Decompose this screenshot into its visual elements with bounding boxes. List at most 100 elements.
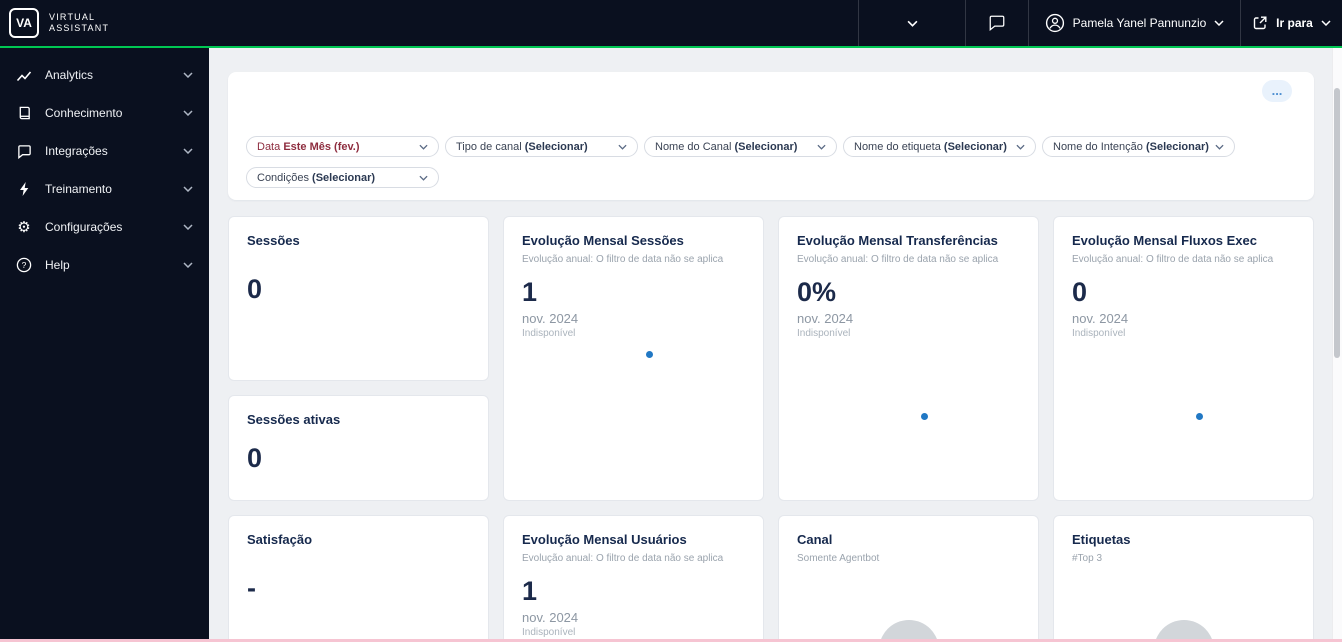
sidebar-item-conhecimento[interactable]: Conhecimento	[0, 94, 209, 132]
sidebar-item-treinamento[interactable]: Treinamento	[0, 170, 209, 208]
sidebar-item-configuracoes[interactable]: ⚙ Configurações	[0, 208, 209, 246]
user-menu[interactable]: Pamela Yanel Pannunzio	[1028, 0, 1240, 46]
user-name: Pamela Yanel Pannunzio	[1072, 16, 1207, 30]
sidebar-item-integracoes[interactable]: Integrações	[0, 132, 209, 170]
filter-label: Data	[257, 140, 281, 153]
card-title: Sessões ativas	[247, 412, 341, 427]
card-value: 0	[247, 443, 263, 473]
grid-column-3: Evolução Mensal Transferências Evolução …	[778, 216, 1039, 642]
sidebar-item-label: Integrações	[45, 144, 108, 158]
sidebar-item-help[interactable]: ? Help	[0, 246, 209, 284]
logo-text: VA	[16, 16, 32, 30]
card-value: 0	[247, 274, 263, 304]
grid-column-2: Evolução Mensal Sessões Evolução anual: …	[503, 216, 764, 642]
main-content: ... Data Este Mês (fev.) Tipo de canal (…	[209, 48, 1342, 642]
card-period: nov. 2024	[522, 610, 579, 625]
filter-label: Nome do Canal	[655, 140, 732, 153]
filter-condicoes[interactable]: Condições (Selecionar)	[246, 167, 439, 188]
filter-value: Este Mês (fev.)	[283, 140, 360, 153]
sidebar-item-label: Treinamento	[45, 182, 112, 196]
card-value: -	[247, 573, 256, 603]
chart-point	[921, 413, 928, 420]
header-dropdown-button[interactable]	[858, 0, 965, 46]
filter-value: (Selecionar)	[524, 140, 588, 153]
svg-text:?: ?	[22, 260, 27, 270]
chevron-down-icon	[817, 144, 826, 150]
analytics-icon	[15, 67, 33, 83]
filter-data[interactable]: Data Este Mês (fev.)	[246, 136, 439, 157]
card-value: 0	[1072, 277, 1088, 307]
grid-column-4: Evolução Mensal Fluxos Exec Evolução anu…	[1053, 216, 1314, 642]
card-subtitle: Evolução anual: O filtro de data não se …	[522, 553, 724, 564]
knowledge-icon	[15, 105, 33, 121]
settings-icon: ⚙	[17, 218, 31, 236]
brand-line1: VIRTUAL	[49, 11, 96, 22]
sidebar-item-analytics[interactable]: Analytics	[0, 56, 209, 94]
card-period: nov. 2024	[1072, 311, 1129, 326]
filter-label: Nome do Intenção	[1053, 140, 1143, 153]
more-options-button[interactable]: ...	[1262, 80, 1292, 102]
chevron-down-icon	[1321, 20, 1331, 26]
chevron-down-icon	[618, 144, 627, 150]
sidebar: Analytics Conhecimento Integrações Trein…	[0, 48, 209, 642]
mini-chart	[797, 339, 1020, 489]
user-avatar-icon	[1045, 13, 1064, 33]
card-title: Etiquetas	[1072, 532, 1131, 547]
accent-divider	[0, 46, 1342, 48]
filter-value: (Selecionar)	[734, 140, 798, 153]
chevron-down-icon	[183, 262, 193, 268]
top-bar: VA VIRTUAL ASSISTANT Pamela Yanel Pannun…	[0, 0, 1342, 46]
card-value: 1	[522, 576, 538, 606]
card-monthly-flows: Evolução Mensal Fluxos Exec Evolução anu…	[1053, 216, 1314, 501]
filter-nome-do-intencao[interactable]: Nome do Intenção (Selecionar)	[1042, 136, 1235, 157]
card-subtitle: #Top 3	[1072, 553, 1103, 564]
external-link-icon	[1253, 16, 1267, 30]
card-period: nov. 2024	[797, 311, 854, 326]
card-subtitle: Evolução anual: O filtro de data não se …	[797, 254, 999, 265]
card-title: Canal	[797, 532, 833, 547]
chart-point	[646, 351, 653, 358]
go-to-menu[interactable]: Ir para	[1240, 0, 1342, 46]
card-status: Indisponível	[522, 328, 576, 339]
filter-nome-do-canal[interactable]: Nome do Canal (Selecionar)	[644, 136, 837, 157]
brand[interactable]: VA VIRTUAL ASSISTANT	[0, 0, 109, 46]
card-title: Satisfação	[247, 532, 313, 547]
grid-column-1: Sessões 0 Sessões ativas 0 Satisfação -	[228, 216, 489, 642]
sidebar-item-label: Conhecimento	[45, 106, 123, 120]
top-bar-right: Pamela Yanel Pannunzio Ir para	[858, 0, 1342, 46]
filter-label: Nome do etiqueta	[854, 140, 941, 153]
card-title: Evolução Mensal Usuários	[522, 532, 687, 547]
chevron-down-icon	[183, 224, 193, 230]
help-icon: ?	[15, 257, 33, 273]
card-title: Evolução Mensal Fluxos Exec	[1072, 233, 1257, 248]
chevron-down-icon	[419, 144, 428, 150]
chevron-down-icon	[183, 72, 193, 78]
filters-row-2: Condições (Selecionar)	[246, 167, 1296, 188]
scrollbar-thumb[interactable]	[1334, 88, 1340, 358]
card-status: Indisponível	[797, 328, 851, 339]
brand-name: VIRTUAL ASSISTANT	[49, 12, 109, 35]
card-monthly-sessions: Evolução Mensal Sessões Evolução anual: …	[503, 216, 764, 501]
card-subtitle: Evolução anual: O filtro de data não se …	[1072, 254, 1274, 265]
scrollbar[interactable]	[1332, 48, 1342, 642]
chat-button[interactable]	[965, 0, 1028, 46]
chevron-down-icon	[1214, 20, 1224, 26]
filter-tipo-de-canal[interactable]: Tipo de canal (Selecionar)	[445, 136, 638, 157]
card-status: Indisponível	[522, 627, 576, 638]
sidebar-item-label: Configurações	[45, 220, 123, 234]
chevron-down-icon	[1215, 144, 1224, 150]
filter-nome-do-etiqueta[interactable]: Nome do etiqueta (Selecionar)	[843, 136, 1036, 157]
chat-icon	[989, 15, 1005, 32]
filters-panel: ... Data Este Mês (fev.) Tipo de canal (…	[228, 72, 1314, 200]
filters-row-1: Data Este Mês (fev.) Tipo de canal (Sele…	[246, 136, 1296, 157]
sidebar-item-label: Analytics	[45, 68, 94, 82]
chevron-down-icon	[183, 110, 193, 116]
card-title: Evolução Mensal Sessões	[522, 233, 684, 248]
chart-point	[1196, 413, 1203, 420]
card-value: 0%	[797, 277, 837, 307]
card-sessions: Sessões 0	[228, 216, 489, 381]
training-icon	[15, 181, 33, 197]
card-subtitle: Somente Agentbot	[797, 553, 880, 564]
chevron-down-icon	[1016, 144, 1025, 150]
card-tags: Etiquetas #Top 3	[1053, 515, 1314, 642]
